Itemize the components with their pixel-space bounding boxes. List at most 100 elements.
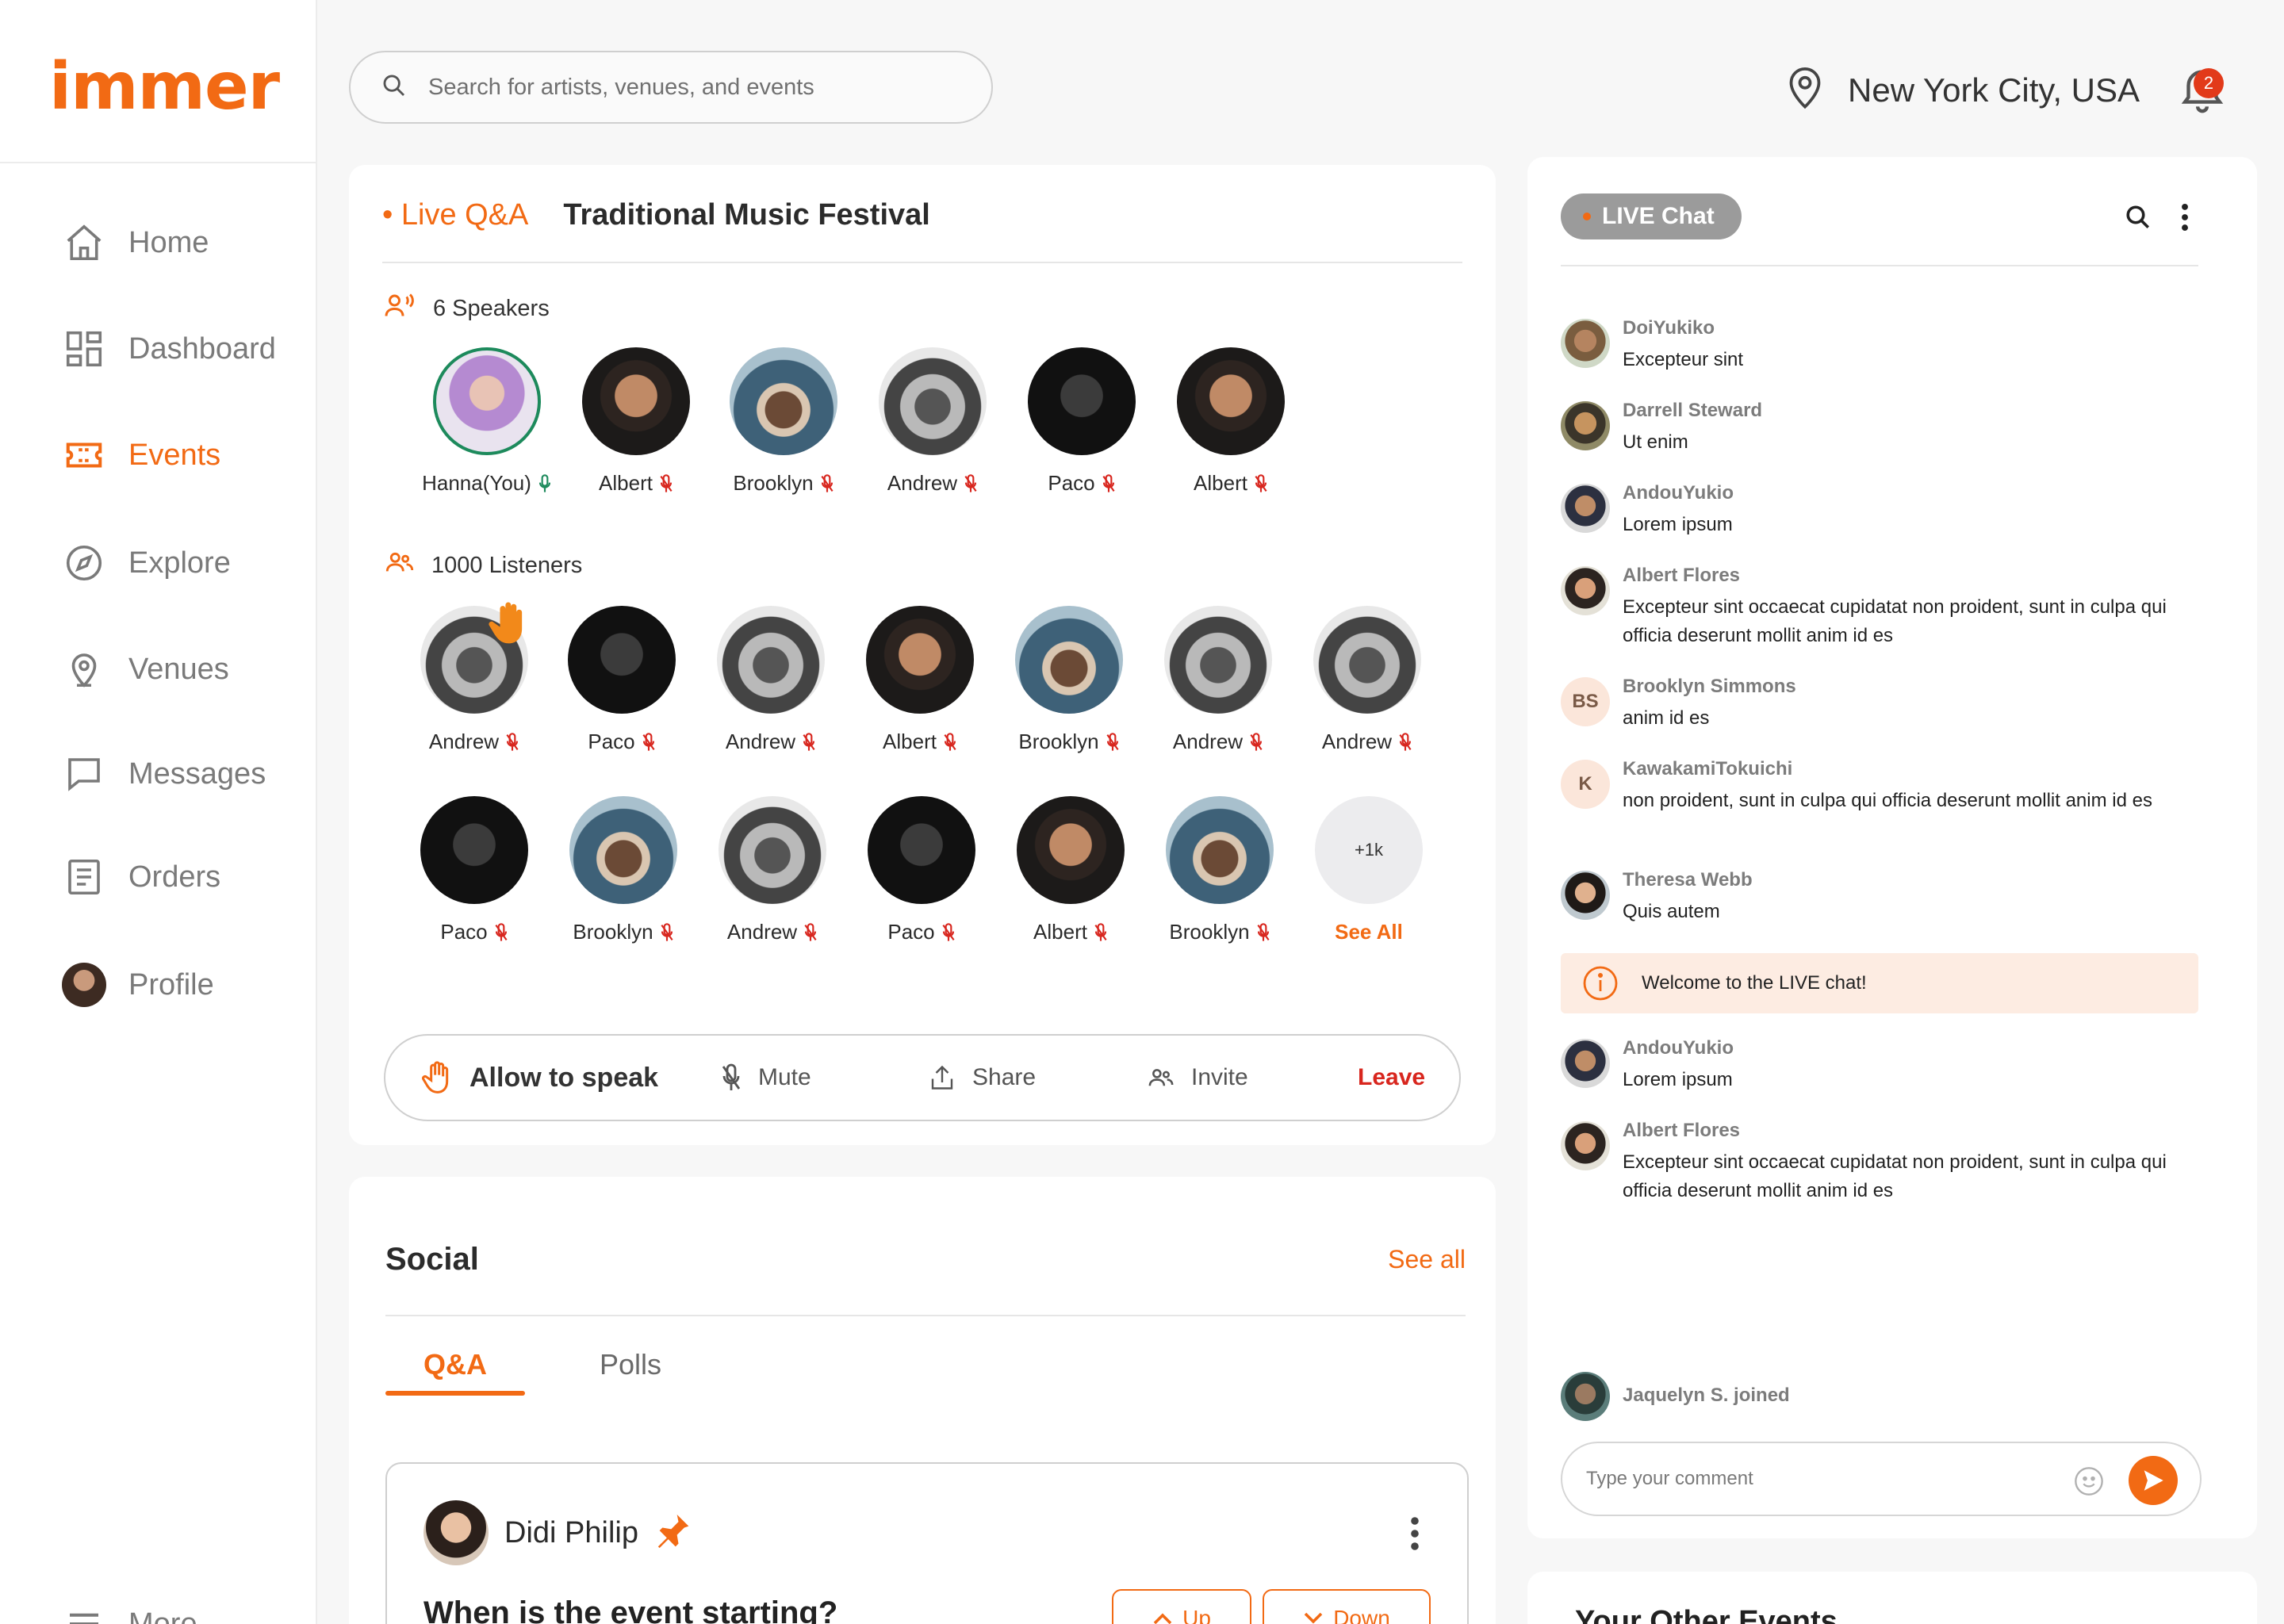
location-selector[interactable]: New York City, USA — [1783, 62, 2140, 119]
speakers-label: 6 Speakers — [384, 292, 550, 325]
search-input[interactable] — [428, 74, 968, 101]
sidebar-item-profile[interactable]: Profile — [62, 959, 214, 1010]
more-listeners-count: +1k — [1315, 796, 1423, 904]
avatar — [582, 347, 690, 455]
invite-button[interactable]: Invite — [1147, 1064, 1248, 1091]
avatar — [1015, 606, 1123, 714]
sidebar-item-venues[interactable]: Venues — [62, 644, 229, 695]
speaker[interactable]: Andrew — [861, 347, 1004, 496]
listener[interactable]: Paco — [403, 796, 546, 944]
leave-button[interactable]: Leave — [1358, 1064, 1425, 1091]
search-icon[interactable] — [2124, 203, 2152, 232]
sidebar-item-dashboard[interactable]: Dashboard — [62, 324, 276, 374]
emoji-icon[interactable] — [2073, 1465, 2105, 1497]
see-all-listeners[interactable]: +1k See All — [1297, 796, 1440, 944]
see-all-link[interactable]: See all — [1388, 1245, 1466, 1274]
chat-message: BS Brooklyn Simmons anim id es — [1561, 676, 2219, 733]
sidebar-item-explore[interactable]: Explore — [62, 538, 231, 588]
tab-qa[interactable]: Q&A — [423, 1348, 487, 1381]
sidebar-item-home[interactable]: Home — [62, 217, 209, 268]
compass-icon — [62, 541, 106, 585]
sidebar-item-label: Messages — [128, 756, 266, 791]
invite-label: Invite — [1191, 1064, 1248, 1090]
pin-icon — [657, 1515, 689, 1549]
speaker-name: Albert — [1194, 471, 1247, 495]
listener[interactable]: Brooklyn — [1148, 796, 1291, 944]
speaker[interactable]: Albert — [565, 347, 707, 496]
more-options-icon[interactable] — [2181, 203, 2189, 232]
raised-hand-icon — [489, 602, 523, 644]
listener[interactable]: Andrew — [403, 602, 546, 754]
avatar — [1177, 347, 1285, 455]
post-author: Didi Philip — [504, 1516, 638, 1549]
listener[interactable]: Andrew — [1147, 606, 1290, 754]
downvote-button[interactable]: Down — [1263, 1589, 1431, 1624]
share-button[interactable]: Share — [928, 1063, 1036, 1093]
mute-button[interactable]: Mute — [720, 1063, 811, 1092]
see-all-link[interactable]: See All — [1335, 920, 1403, 944]
listener[interactable]: Paco — [550, 606, 693, 754]
listener[interactable]: Brooklyn — [998, 606, 1140, 754]
more-options-icon[interactable] — [1410, 1516, 1420, 1551]
listener[interactable]: Albert — [999, 796, 1142, 944]
sidebar-item-events[interactable]: Events — [62, 430, 220, 481]
avatar — [719, 796, 826, 904]
sidebar-item-orders[interactable]: Orders — [62, 852, 220, 902]
live-chat-label: LIVE Chat — [1602, 203, 1715, 229]
live-chat-badge: LIVE Chat — [1561, 193, 1742, 239]
avatar — [868, 796, 975, 904]
avatar — [1028, 347, 1136, 455]
mic-muted-icon — [942, 922, 955, 941]
logo[interactable]: immer — [49, 49, 280, 124]
sidebar-item-messages[interactable]: Messages — [62, 749, 266, 799]
active-tab-indicator — [385, 1391, 525, 1396]
message-icon — [62, 752, 106, 796]
tab-polls[interactable]: Polls — [600, 1348, 661, 1381]
mic-muted-icon — [642, 732, 655, 751]
mic-muted-icon — [1250, 732, 1263, 751]
listener[interactable]: Paco — [850, 796, 993, 944]
avatar — [423, 1500, 489, 1565]
listener[interactable]: Andrew — [699, 606, 842, 754]
avatar — [1561, 1039, 1610, 1088]
chat-author: DoiYukiko — [1623, 317, 1715, 339]
listener[interactable]: Albert — [849, 606, 991, 754]
chat-text: Ut enim — [1623, 431, 1688, 453]
session-action-bar: Allow to speak Mute Share Invite Leave — [384, 1034, 1461, 1121]
sidebar-item-label: Home — [128, 225, 209, 259]
speaker[interactable]: Paco — [1010, 347, 1153, 496]
listener[interactable]: Brooklyn — [552, 796, 695, 944]
chat-message: Albert Flores Excepteur sint occaecat cu… — [1561, 1120, 2219, 1205]
listener-name: Andrew — [1321, 730, 1393, 753]
avatar — [1561, 1372, 1610, 1421]
listener[interactable]: Andrew — [701, 796, 844, 944]
allow-to-speak-button[interactable]: Allow to speak — [422, 1060, 658, 1095]
divider — [382, 262, 1462, 263]
listener-name: Andrew — [725, 730, 796, 753]
comment-input[interactable] — [1586, 1468, 2062, 1490]
mic-muted-icon — [1102, 473, 1115, 492]
comment-field — [1561, 1442, 2202, 1516]
avatar — [62, 963, 106, 1007]
mic-muted-icon — [506, 732, 519, 751]
chat-text: non proident, sunt in culpa qui officia … — [1623, 790, 2152, 811]
home-icon — [62, 220, 106, 265]
listener[interactable]: Andrew — [1296, 606, 1439, 754]
listener-name: Brooklyn — [573, 920, 653, 944]
upvote-button[interactable]: Up — [1112, 1589, 1251, 1624]
search-bar[interactable] — [349, 51, 993, 124]
speaker[interactable]: Albert — [1159, 347, 1302, 496]
chat-text: Lorem ipsum — [1623, 1069, 1733, 1090]
listener-name: Albert — [1033, 920, 1087, 944]
notification-badge: 2 — [2194, 68, 2224, 98]
chat-author: Brooklyn Simmons — [1623, 676, 1796, 697]
chat-author: AndouYukio — [1623, 482, 1734, 504]
speaker[interactable]: Hanna(You) — [416, 347, 558, 496]
sidebar-item-more[interactable]: More — [62, 1599, 197, 1624]
location-label: New York City, USA — [1848, 71, 2140, 109]
avatar: BS — [1561, 677, 1610, 726]
speaker[interactable]: Brooklyn — [712, 347, 855, 496]
send-button[interactable] — [2129, 1456, 2178, 1505]
avatar — [1561, 319, 1610, 368]
other-events-card: Your Other Events — [1527, 1572, 2257, 1624]
